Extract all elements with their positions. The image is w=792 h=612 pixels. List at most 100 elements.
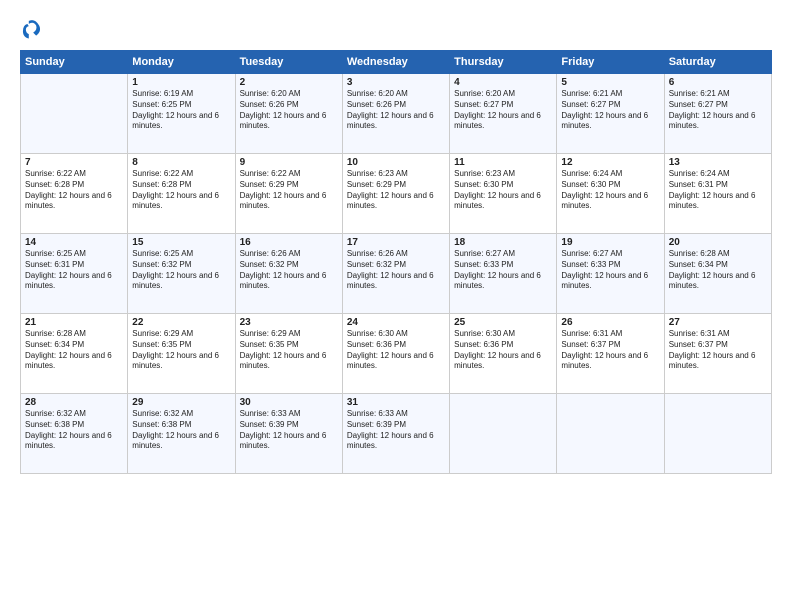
day-info: Sunrise: 6:28 AMSunset: 6:34 PMDaylight:… [669,249,767,292]
day-number: 21 [25,317,123,328]
day-cell: 12Sunrise: 6:24 AMSunset: 6:30 PMDayligh… [557,154,664,234]
day-cell: 7Sunrise: 6:22 AMSunset: 6:28 PMDaylight… [21,154,128,234]
day-number: 8 [132,157,230,168]
day-cell: 17Sunrise: 6:26 AMSunset: 6:32 PMDayligh… [342,234,449,314]
day-info: Sunrise: 6:26 AMSunset: 6:32 PMDaylight:… [240,249,338,292]
day-number: 25 [454,317,552,328]
day-number: 4 [454,77,552,88]
day-cell [450,394,557,474]
day-number: 17 [347,237,445,248]
header-cell-wednesday: Wednesday [342,51,449,74]
day-info: Sunrise: 6:21 AMSunset: 6:27 PMDaylight:… [669,89,767,132]
week-row-5: 28Sunrise: 6:32 AMSunset: 6:38 PMDayligh… [21,394,772,474]
day-number: 27 [669,317,767,328]
day-info: Sunrise: 6:20 AMSunset: 6:27 PMDaylight:… [454,89,552,132]
day-info: Sunrise: 6:25 AMSunset: 6:32 PMDaylight:… [132,249,230,292]
day-cell: 23Sunrise: 6:29 AMSunset: 6:35 PMDayligh… [235,314,342,394]
day-number: 19 [561,237,659,248]
day-info: Sunrise: 6:22 AMSunset: 6:28 PMDaylight:… [25,169,123,212]
day-info: Sunrise: 6:27 AMSunset: 6:33 PMDaylight:… [454,249,552,292]
day-number: 11 [454,157,552,168]
logo-icon [20,18,42,40]
header-cell-saturday: Saturday [664,51,771,74]
day-cell: 15Sunrise: 6:25 AMSunset: 6:32 PMDayligh… [128,234,235,314]
day-info: Sunrise: 6:29 AMSunset: 6:35 PMDaylight:… [132,329,230,372]
day-cell: 4Sunrise: 6:20 AMSunset: 6:27 PMDaylight… [450,74,557,154]
day-cell: 22Sunrise: 6:29 AMSunset: 6:35 PMDayligh… [128,314,235,394]
day-info: Sunrise: 6:22 AMSunset: 6:28 PMDaylight:… [132,169,230,212]
day-cell: 29Sunrise: 6:32 AMSunset: 6:38 PMDayligh… [128,394,235,474]
day-info: Sunrise: 6:30 AMSunset: 6:36 PMDaylight:… [347,329,445,372]
week-row-4: 21Sunrise: 6:28 AMSunset: 6:34 PMDayligh… [21,314,772,394]
day-cell: 1Sunrise: 6:19 AMSunset: 6:25 PMDaylight… [128,74,235,154]
day-cell: 9Sunrise: 6:22 AMSunset: 6:29 PMDaylight… [235,154,342,234]
day-number: 15 [132,237,230,248]
day-number: 6 [669,77,767,88]
day-cell [557,394,664,474]
day-cell [21,74,128,154]
day-info: Sunrise: 6:21 AMSunset: 6:27 PMDaylight:… [561,89,659,132]
day-number: 31 [347,397,445,408]
day-cell: 25Sunrise: 6:30 AMSunset: 6:36 PMDayligh… [450,314,557,394]
day-cell: 18Sunrise: 6:27 AMSunset: 6:33 PMDayligh… [450,234,557,314]
day-cell: 11Sunrise: 6:23 AMSunset: 6:30 PMDayligh… [450,154,557,234]
header-row: SundayMondayTuesdayWednesdayThursdayFrid… [21,51,772,74]
day-info: Sunrise: 6:19 AMSunset: 6:25 PMDaylight:… [132,89,230,132]
day-info: Sunrise: 6:32 AMSunset: 6:38 PMDaylight:… [25,409,123,452]
day-number: 10 [347,157,445,168]
calendar-table: SundayMondayTuesdayWednesdayThursdayFrid… [20,50,772,474]
day-cell: 30Sunrise: 6:33 AMSunset: 6:39 PMDayligh… [235,394,342,474]
header-cell-thursday: Thursday [450,51,557,74]
day-cell: 24Sunrise: 6:30 AMSunset: 6:36 PMDayligh… [342,314,449,394]
day-info: Sunrise: 6:23 AMSunset: 6:30 PMDaylight:… [454,169,552,212]
day-cell: 20Sunrise: 6:28 AMSunset: 6:34 PMDayligh… [664,234,771,314]
day-number: 18 [454,237,552,248]
header-cell-sunday: Sunday [21,51,128,74]
day-info: Sunrise: 6:22 AMSunset: 6:29 PMDaylight:… [240,169,338,212]
day-number: 7 [25,157,123,168]
day-info: Sunrise: 6:31 AMSunset: 6:37 PMDaylight:… [669,329,767,372]
day-cell: 31Sunrise: 6:33 AMSunset: 6:39 PMDayligh… [342,394,449,474]
week-row-3: 14Sunrise: 6:25 AMSunset: 6:31 PMDayligh… [21,234,772,314]
header-cell-monday: Monday [128,51,235,74]
logo [20,18,46,40]
page: SundayMondayTuesdayWednesdayThursdayFrid… [0,0,792,612]
header [20,18,772,40]
day-info: Sunrise: 6:24 AMSunset: 6:31 PMDaylight:… [669,169,767,212]
day-cell: 26Sunrise: 6:31 AMSunset: 6:37 PMDayligh… [557,314,664,394]
day-info: Sunrise: 6:27 AMSunset: 6:33 PMDaylight:… [561,249,659,292]
day-info: Sunrise: 6:20 AMSunset: 6:26 PMDaylight:… [240,89,338,132]
day-number: 5 [561,77,659,88]
day-info: Sunrise: 6:33 AMSunset: 6:39 PMDaylight:… [347,409,445,452]
day-number: 28 [25,397,123,408]
day-number: 14 [25,237,123,248]
day-info: Sunrise: 6:24 AMSunset: 6:30 PMDaylight:… [561,169,659,212]
day-info: Sunrise: 6:20 AMSunset: 6:26 PMDaylight:… [347,89,445,132]
day-number: 9 [240,157,338,168]
day-info: Sunrise: 6:29 AMSunset: 6:35 PMDaylight:… [240,329,338,372]
week-row-2: 7Sunrise: 6:22 AMSunset: 6:28 PMDaylight… [21,154,772,234]
day-cell: 5Sunrise: 6:21 AMSunset: 6:27 PMDaylight… [557,74,664,154]
day-cell: 14Sunrise: 6:25 AMSunset: 6:31 PMDayligh… [21,234,128,314]
day-info: Sunrise: 6:25 AMSunset: 6:31 PMDaylight:… [25,249,123,292]
week-row-1: 1Sunrise: 6:19 AMSunset: 6:25 PMDaylight… [21,74,772,154]
day-number: 26 [561,317,659,328]
day-cell: 8Sunrise: 6:22 AMSunset: 6:28 PMDaylight… [128,154,235,234]
day-cell: 13Sunrise: 6:24 AMSunset: 6:31 PMDayligh… [664,154,771,234]
day-number: 1 [132,77,230,88]
day-cell: 16Sunrise: 6:26 AMSunset: 6:32 PMDayligh… [235,234,342,314]
day-cell: 27Sunrise: 6:31 AMSunset: 6:37 PMDayligh… [664,314,771,394]
day-cell: 2Sunrise: 6:20 AMSunset: 6:26 PMDaylight… [235,74,342,154]
day-number: 20 [669,237,767,248]
day-info: Sunrise: 6:33 AMSunset: 6:39 PMDaylight:… [240,409,338,452]
day-number: 16 [240,237,338,248]
day-info: Sunrise: 6:23 AMSunset: 6:29 PMDaylight:… [347,169,445,212]
day-number: 22 [132,317,230,328]
day-number: 29 [132,397,230,408]
day-cell: 10Sunrise: 6:23 AMSunset: 6:29 PMDayligh… [342,154,449,234]
day-info: Sunrise: 6:31 AMSunset: 6:37 PMDaylight:… [561,329,659,372]
day-info: Sunrise: 6:32 AMSunset: 6:38 PMDaylight:… [132,409,230,452]
day-number: 30 [240,397,338,408]
day-cell: 19Sunrise: 6:27 AMSunset: 6:33 PMDayligh… [557,234,664,314]
day-number: 3 [347,77,445,88]
